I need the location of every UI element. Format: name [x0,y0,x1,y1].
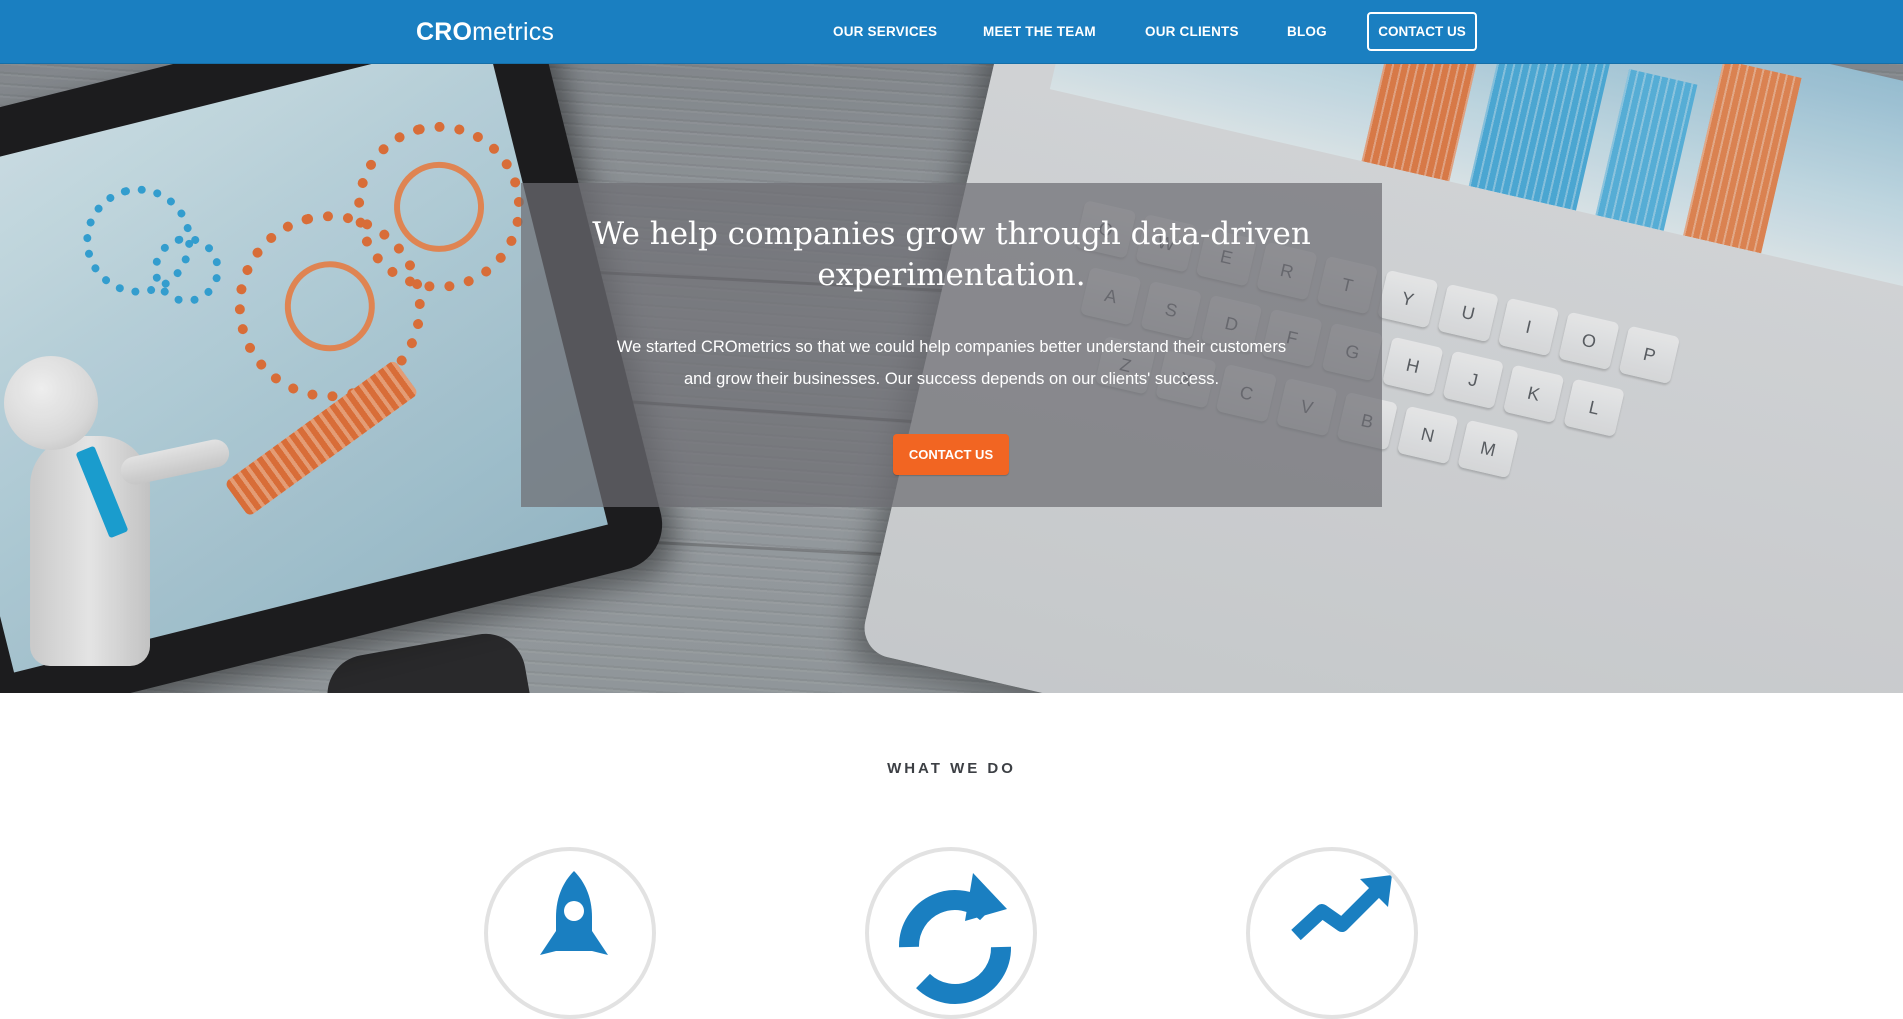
nav-our-clients[interactable]: OUR CLIENTS [1145,24,1239,39]
logo-bold: CRO [416,18,473,46]
logo-light: metrics [472,18,555,46]
hero-title: We help companies grow through data-driv… [521,214,1382,296]
hero-contact-button[interactable]: CONTACT US [893,434,1009,475]
service-circle-optimization[interactable] [484,847,656,1019]
site-header: CROmetrics OUR SERVICES MEET THE TEAM OU… [0,0,1903,64]
rocket-icon [540,871,608,955]
service-circle-iteration[interactable] [865,847,1037,1019]
hero-title-line2: experimentation. [817,257,1086,293]
hero-description: We started CROmetrics so that we could h… [590,331,1313,395]
service-circle-growth[interactable] [1246,847,1418,1019]
refresh-icon [898,873,1012,1004]
hero-text-line2: and grow their businesses. Our success d… [683,370,1220,388]
nav-our-services[interactable]: OUR SERVICES [833,24,937,39]
hero-text-line1: We started CROmetrics so that we could h… [616,338,1287,356]
logo[interactable]: CROmetrics [416,16,554,48]
what-we-do-title: WHAT WE DO [887,760,1016,777]
nav-blog[interactable]: BLOG [1287,24,1327,39]
hero-title-line1: We help companies grow through data-driv… [592,216,1311,252]
nav-meet-the-team[interactable]: MEET THE TEAM [983,24,1096,39]
nav-contact-button[interactable]: CONTACT US [1367,12,1477,51]
growth-arrow-icon [1291,875,1392,941]
